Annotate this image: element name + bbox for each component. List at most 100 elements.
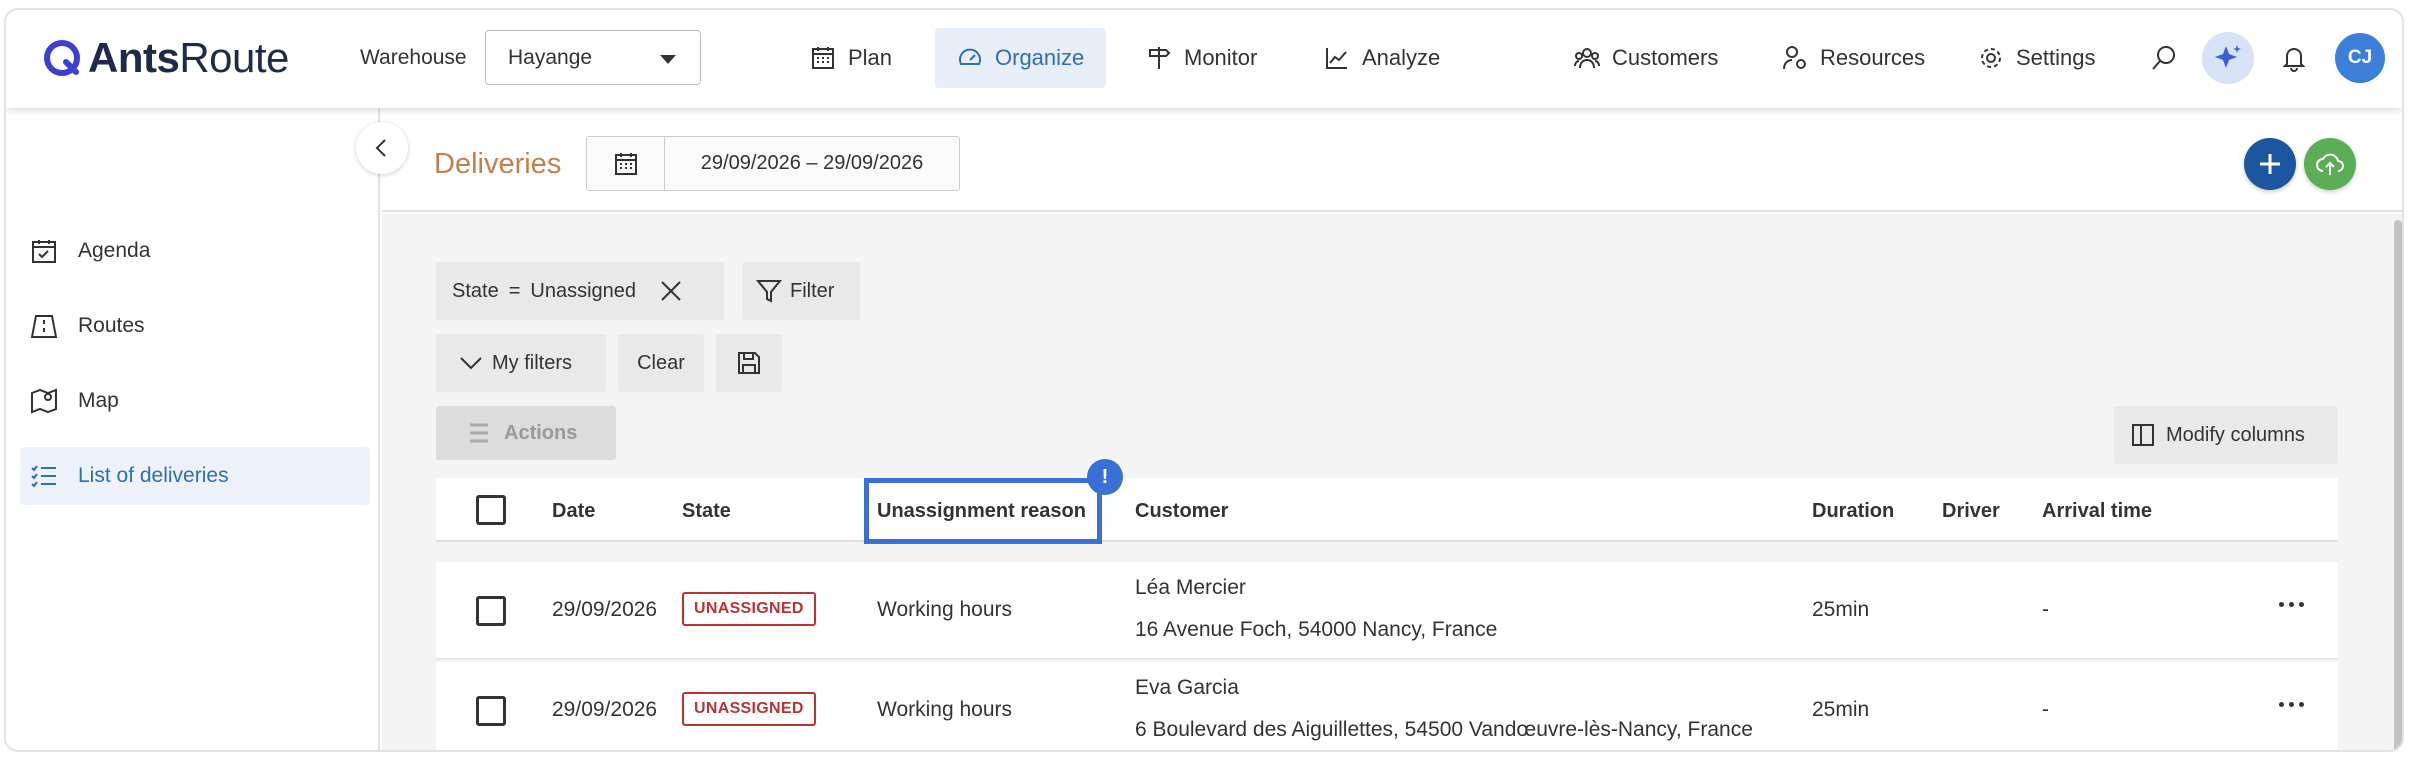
sparkle-icon <box>2215 45 2241 68</box>
filter-value: Unassigned <box>530 279 637 302</box>
sidebar-item-label: Routes <box>78 314 145 337</box>
status-badge: UNASSIGNED <box>682 692 816 726</box>
nav-customers-label: Customers <box>1612 45 1719 70</box>
row-arrival: - <box>2042 698 2049 721</box>
user-avatar[interactable]: CJ <box>2335 33 2385 83</box>
cloud-upload-icon <box>2316 153 2344 175</box>
sidebar-item-agenda[interactable]: Agenda <box>20 222 370 280</box>
nav-organize[interactable]: Organize <box>935 28 1107 88</box>
date-range-text: 29/09/2026 – 29/09/2026 <box>700 152 924 174</box>
chevron-down-icon <box>460 357 482 370</box>
sidebar-item-label: List of deliveries <box>78 464 229 487</box>
plus-icon <box>2260 154 2280 174</box>
column-state[interactable]: State <box>682 500 731 523</box>
close-icon[interactable] <box>658 278 684 304</box>
column-driver[interactable]: Driver <box>1942 500 2000 523</box>
funnel-icon <box>756 280 782 303</box>
nav-settings[interactable]: Settings <box>1956 28 2118 88</box>
chevron-down-icon <box>660 55 676 64</box>
table-row[interactable]: 29/09/2026 UNASSIGNED Working hours Léa … <box>436 562 2338 660</box>
sidebar-item-routes[interactable]: Routes <box>20 297 370 355</box>
chart-icon <box>1326 48 1347 69</box>
nav-resources[interactable]: Resources <box>1760 28 1947 88</box>
gear-icon <box>1981 48 2001 68</box>
nav-analyze-label: Analyze <box>1362 45 1441 70</box>
column-date[interactable]: Date <box>552 500 595 523</box>
row-customer-address: 6 Boulevard des Aiguillettes, 54500 Vand… <box>1135 718 1753 741</box>
collapse-sidebar-button[interactable] <box>356 122 408 174</box>
app-window: AntsRoute Warehouse Hayange Plan Organiz… <box>4 8 2404 752</box>
my-filters-button[interactable]: My filters <box>436 334 606 392</box>
row-customer-name: Eva Garcia <box>1135 676 1239 699</box>
row-more-icon[interactable] <box>2279 702 2304 707</box>
row-date: 29/09/2026 <box>552 598 658 621</box>
filter-button[interactable]: Filter <box>742 262 860 320</box>
nav-settings-label: Settings <box>2016 45 2096 70</box>
column-arrival-time[interactable]: Arrival time <box>2042 500 2152 523</box>
table-row[interactable]: 29/09/2026 UNASSIGNED Working hours Eva … <box>436 662 2338 750</box>
scrollbar[interactable] <box>2392 214 2402 750</box>
column-duration[interactable]: Duration <box>1812 500 1894 523</box>
row-reason: Working hours <box>877 698 1013 721</box>
sidebar-item-map[interactable]: Map <box>20 372 370 430</box>
row-checkbox[interactable] <box>476 696 506 726</box>
nav-plan[interactable]: Plan <box>788 28 914 88</box>
column-customer[interactable]: Customer <box>1135 500 1228 523</box>
route-icon <box>30 315 58 338</box>
logo-text: AntsRoute <box>88 34 289 81</box>
row-reason: Working hours <box>877 598 1013 621</box>
calendar-check-icon <box>32 240 56 263</box>
row-arrival: - <box>2042 598 2049 621</box>
row-more-icon[interactable] <box>2279 602 2304 607</box>
people-icon <box>1574 48 1600 69</box>
warehouse-select[interactable]: Hayange <box>485 30 701 85</box>
map-pin-icon <box>31 388 57 414</box>
ai-assistant-button[interactable] <box>2202 32 2254 84</box>
attention-badge: ! <box>1087 459 1123 495</box>
nav-analyze[interactable]: Analyze <box>1302 28 1462 88</box>
sidebar-item-list-of-deliveries[interactable]: List of deliveries <box>20 447 370 505</box>
table-header: Date State Unassignment reason Customer … <box>436 478 2338 542</box>
nav-monitor-label: Monitor <box>1184 45 1258 70</box>
row-duration: 25min <box>1812 598 1870 621</box>
select-all-checkbox[interactable] <box>476 495 506 525</box>
sidebar-item-label: Agenda <box>78 239 151 262</box>
actions-button[interactable]: Actions <box>436 406 616 460</box>
active-filter-chip[interactable]: State = Unassigned <box>436 262 724 320</box>
list-check-icon <box>31 465 56 488</box>
save-icon <box>738 352 760 374</box>
nav-organize-label: Organize <box>995 45 1085 70</box>
chevron-left-icon <box>375 139 386 157</box>
warehouse-label: Warehouse <box>360 46 467 69</box>
date-range-picker[interactable]: 29/09/2026 – 29/09/2026 <box>586 136 960 191</box>
logo-icon <box>44 40 80 76</box>
nav-plan-label: Plan <box>848 45 893 70</box>
warehouse-select-value: Hayange <box>508 45 593 69</box>
save-filter-button[interactable] <box>716 334 782 392</box>
top-navigation-bar: AntsRoute Warehouse Hayange Plan Organiz… <box>6 10 2402 108</box>
search-icon <box>2152 46 2175 70</box>
nav-monitor[interactable]: Monitor <box>1124 28 1279 88</box>
row-duration: 25min <box>1812 698 1870 721</box>
columns-icon <box>2132 424 2154 446</box>
page-header: Deliveries 29/09/2026 – 29/09/2026 <box>382 108 2402 212</box>
row-checkbox[interactable] <box>476 596 506 626</box>
page-title: Deliveries <box>434 148 562 180</box>
row-customer-name: Léa Mercier <box>1135 576 1246 599</box>
search-button[interactable] <box>2142 36 2186 80</box>
modify-columns-button[interactable]: Modify columns <box>2114 406 2338 464</box>
clear-button[interactable]: Clear <box>618 334 704 392</box>
gauge-icon <box>959 48 981 65</box>
column-highlight-box <box>864 478 1102 544</box>
notifications-button[interactable] <box>2272 36 2316 80</box>
nav-customers[interactable]: Customers <box>1552 28 1740 88</box>
modify-columns-label: Modify columns <box>2166 423 2305 446</box>
scrollbar-thumb[interactable] <box>2394 220 2402 750</box>
add-delivery-button[interactable] <box>2244 138 2296 190</box>
antsroute-logo[interactable]: AntsRoute <box>42 34 289 82</box>
import-button[interactable] <box>2304 138 2356 190</box>
nav-resources-label: Resources <box>1820 45 1926 70</box>
my-filters-label: My filters <box>492 351 572 374</box>
actions-label: Actions <box>504 421 578 444</box>
calendar-button[interactable] <box>587 137 665 190</box>
